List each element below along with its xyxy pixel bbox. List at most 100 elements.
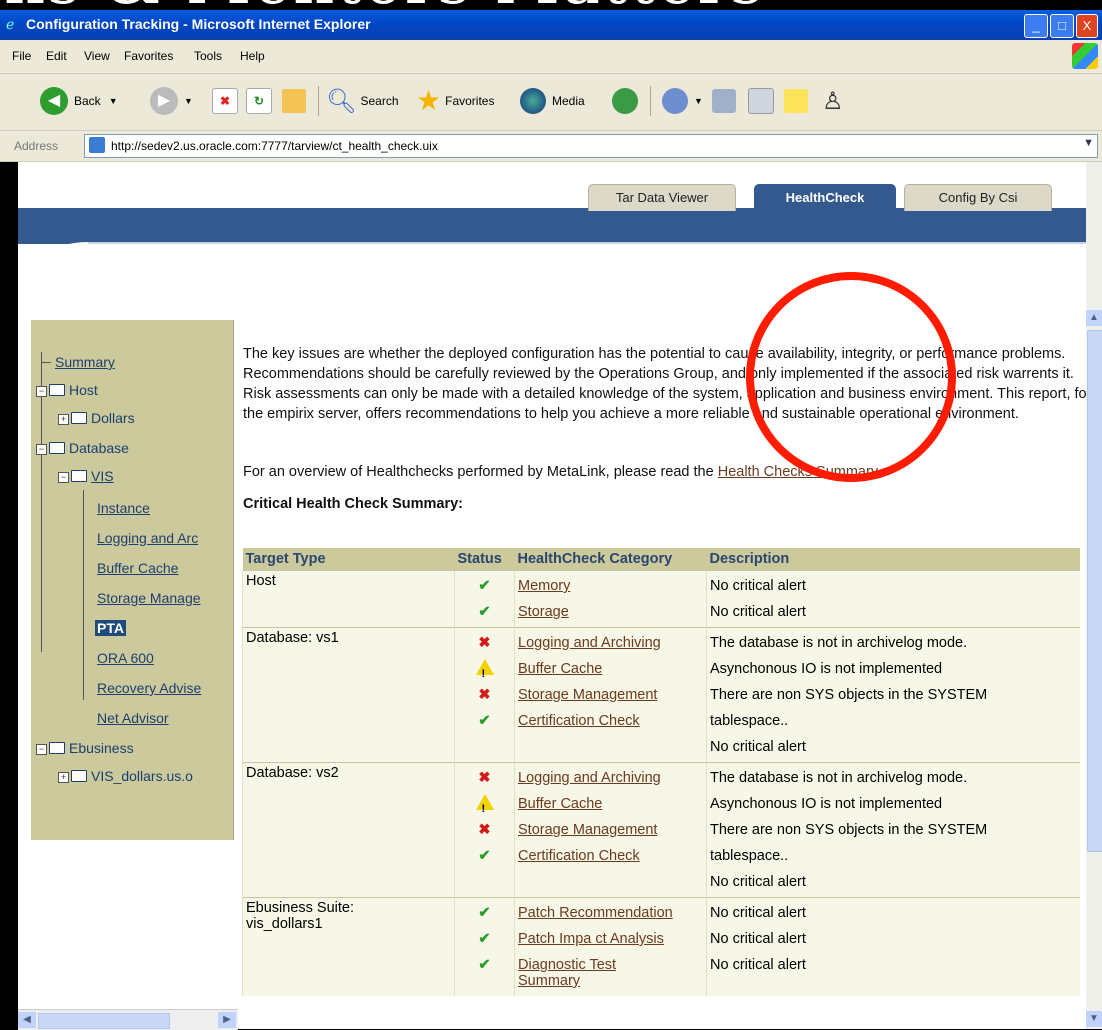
menu-favorites[interactable]: Favorites [124,49,173,63]
status-cell: ✖! ✖ ✔ [454,762,515,898]
print-icon [712,89,736,113]
minimize-button[interactable]: _ [1024,14,1048,38]
check-icon: ✔ [478,713,491,729]
search-icon: 🔍︎ [326,87,357,115]
category-link[interactable]: Logging and Archiving [518,770,661,786]
nav-summary[interactable]: Summary [55,354,115,370]
nav-pta[interactable]: PTA [95,620,126,636]
check-icon: ✔ [478,604,491,620]
tab-tar-data-viewer[interactable]: Tar Data Viewer [588,184,736,211]
window-titlebar[interactable]: ℯ Configuration Tracking - Microsoft Int… [0,10,1102,40]
description-text: No critical alert [710,604,806,620]
home-button[interactable] [282,86,312,116]
nav-logging[interactable]: Logging and Arc [97,530,198,546]
category-link[interactable]: Certification Check [518,848,640,864]
table-header-row: Target Type Status HealthCheck Category … [242,548,1080,571]
address-dropdown-icon[interactable]: ▼ [1083,137,1094,149]
overview-prefix: For an overview of Healthchecks performe… [243,464,718,480]
collapse-icon[interactable]: − [58,472,69,483]
collapse-icon[interactable]: − [36,386,47,397]
folder-icon [71,412,87,424]
scroll-thumb[interactable] [1087,330,1102,852]
menu-file[interactable]: File [12,49,31,63]
ie-icon: ℯ [6,16,15,32]
description-text: Asynchonous IO is not implemented [710,796,943,812]
description-cell: No critical alert No critical alert No cri… [706,897,1080,996]
category-link[interactable]: Buffer Cache [518,661,602,677]
expand-icon[interactable]: + [58,772,69,783]
description-cell: The database is not in archivelog mode. A… [706,627,1080,763]
collapse-icon[interactable]: − [36,744,47,755]
nav-ora600[interactable]: ORA 600 [97,650,154,666]
category-link[interactable]: Patch Recommendation [518,905,673,921]
nav-recovery[interactable]: Recovery Advise [97,680,201,696]
close-button[interactable]: X [1076,14,1098,38]
mail-button[interactable]: ▼ [662,86,703,116]
category-item: Certification Check [518,843,703,869]
stop-button[interactable]: ✖ [212,86,244,116]
description-text: No critical alert [710,578,806,594]
category-link[interactable]: Patch Impa ct Analysis [518,931,664,947]
scroll-thumb-horizontal[interactable] [38,1013,170,1029]
scroll-left-icon[interactable]: ◀ [18,1012,36,1028]
description-text: The database is not in archivelog mode. [710,770,968,786]
maximize-button[interactable]: □ [1050,14,1074,38]
menu-help[interactable]: Help [240,49,265,63]
nav-vis-dollars[interactable]: VIS_dollars.us.o [71,768,193,784]
history-button[interactable] [612,86,644,116]
description-text: tablespace.. [710,848,789,864]
favorites-button[interactable]: ★ Favorites [416,86,494,116]
refresh-button[interactable]: ↻ [246,86,278,116]
forward-dropdown-icon[interactable]: ▼ [184,96,193,106]
target-type-cell: Database: vs1 [242,627,455,763]
category-link[interactable]: Buffer Cache [518,796,602,812]
print-button[interactable] [712,86,742,116]
media-button[interactable]: Media [520,86,585,116]
description-text: No critical alert [710,957,806,973]
category-link[interactable]: Memory [518,578,570,594]
mail-dropdown-icon[interactable]: ▼ [694,96,703,106]
category-link[interactable]: Storage Management [518,687,657,703]
nav-vis[interactable]: VIS [71,468,114,484]
back-button[interactable]: ◀ Back ▼ [40,86,118,116]
address-input[interactable]: http://sedev2.us.oracle.com:7777/tarview… [84,134,1098,158]
vertical-scrollbar[interactable]: ▲ ▼ [1086,162,1102,1029]
nav-database[interactable]: Database [49,440,129,456]
status-ok: ✔ [458,843,511,869]
table-row: Host ✔ ✔ Memory Storage No critical alert No c… [242,570,1080,628]
edit-button[interactable] [748,86,780,116]
nav-net-advisor[interactable]: Net Advisor [97,710,169,726]
tab-healthcheck[interactable]: HealthCheck [754,184,896,211]
category-link[interactable]: Storage Management [518,822,657,838]
nav-host[interactable]: Host [49,382,98,398]
nav-storage[interactable]: Storage Manage [97,590,201,606]
refresh-icon: ↻ [246,88,272,114]
category-item: Certification Check [518,708,703,734]
nav-buffer-cache[interactable]: Buffer Cache [97,560,178,576]
category-link[interactable]: Logging and Archiving [518,635,661,651]
search-button[interactable]: 🔍︎ Search [326,86,399,116]
category-link[interactable]: Storage [518,604,569,620]
forward-button[interactable]: ▶ ▼ [150,86,193,116]
nav-dollars[interactable]: Dollars [71,410,135,426]
folder-icon [49,384,65,396]
menu-tools[interactable]: Tools [194,49,222,63]
category-link-continued[interactable]: Summary [518,973,580,989]
expand-icon[interactable]: + [58,414,69,425]
nav-ebusiness[interactable]: Ebusiness [49,740,134,756]
menu-edit[interactable]: Edit [46,49,67,63]
scroll-down-icon[interactable]: ▼ [1086,1011,1102,1027]
nav-instance[interactable]: Instance [97,500,150,516]
menu-view[interactable]: View [84,49,110,63]
discuss-button[interactable] [784,86,814,116]
status-cell: ✖! ✖ ✔ [454,627,515,763]
messenger-button[interactable]: ♙ [822,86,844,116]
scroll-up-icon[interactable]: ▲ [1086,310,1102,326]
scroll-right-icon[interactable]: ▶ [218,1012,236,1028]
tab-config-by-csi[interactable]: Config By Csi [904,184,1052,211]
collapse-icon[interactable]: − [36,444,47,455]
horizontal-scrollbar[interactable]: ◀ ▶ [18,1009,238,1030]
back-dropdown-icon[interactable]: ▼ [109,96,118,106]
category-link[interactable]: Certification Check [518,713,640,729]
status-error: ✖ [458,630,511,656]
